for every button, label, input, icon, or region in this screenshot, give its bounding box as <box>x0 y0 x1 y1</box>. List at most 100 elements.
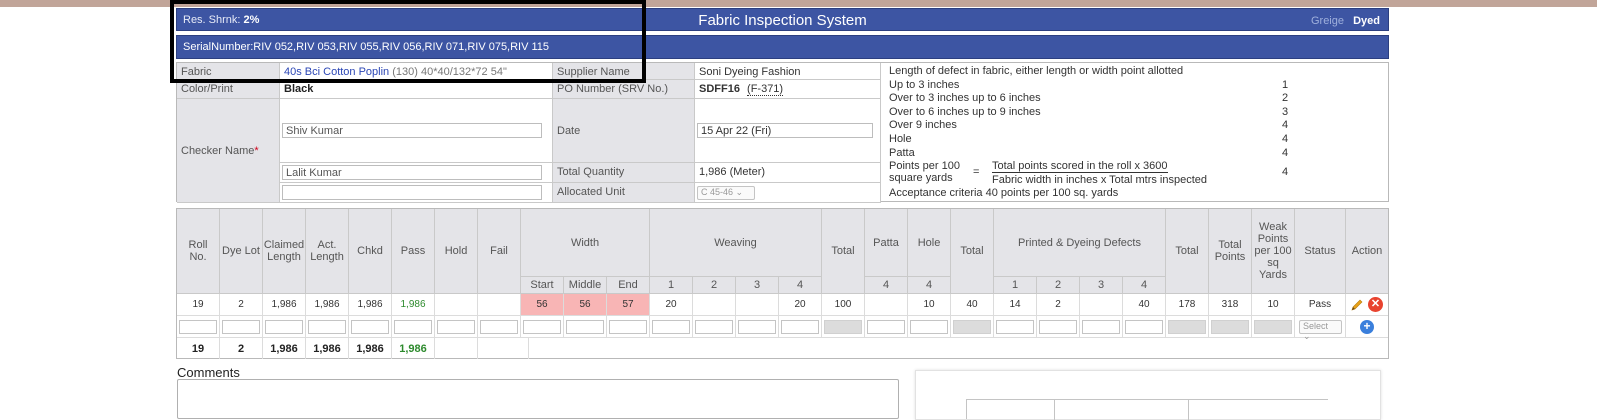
entry-cell <box>779 316 822 338</box>
entry-input[interactable] <box>695 320 733 334</box>
checker-label-text: Checker Name <box>181 144 255 157</box>
cell-total-patta-hole: 40 <box>951 294 994 316</box>
checker-cell-3 <box>280 183 553 203</box>
entry-input[interactable] <box>351 320 389 334</box>
col-printed-dyeing: Printed & Dyeing Defects <box>994 209 1166 277</box>
quantity-label: Total Quantity <box>553 163 695 183</box>
col-width: Width <box>521 209 650 277</box>
total-fail <box>478 338 529 359</box>
cell-hole: 10 <box>908 294 951 316</box>
entry-cell <box>521 316 564 338</box>
col-weaving-2: 2 <box>693 277 736 294</box>
entry-input[interactable] <box>738 320 776 334</box>
legend-row: Over to 3 inches up to 6 inches 2 <box>889 92 1384 106</box>
chevron-down-icon: ⌄ <box>1303 331 1311 341</box>
legend-row-points: 4 <box>1282 132 1289 145</box>
acceptance-criteria: Acceptance criteria 40 points per 100 sq… <box>889 187 1119 200</box>
col-patta-4: 4 <box>865 277 908 294</box>
summary-panel <box>915 370 1381 420</box>
formula-label: Points per 100 square yards <box>889 160 960 184</box>
total-pass: 1,986 <box>392 338 435 359</box>
cell-pass: 1,986 <box>392 294 435 316</box>
entry-input[interactable] <box>523 320 561 334</box>
total-claimed-length: 1,986 <box>263 338 306 359</box>
entry-input[interactable] <box>910 320 948 334</box>
status-select[interactable]: Select ⌄ <box>1299 320 1342 341</box>
entry-input[interactable] <box>781 320 819 334</box>
po-reference[interactable]: (F-371) <box>747 83 784 96</box>
entry-input[interactable] <box>308 320 346 334</box>
entry-input <box>1211 320 1249 334</box>
col-weak-points: Weak Points per 100 sq Yards <box>1252 209 1295 294</box>
entry-input[interactable] <box>1039 320 1077 334</box>
entry-input[interactable] <box>179 320 217 334</box>
greige-toggle[interactable]: Greige <box>1311 15 1344 27</box>
col-roll-no: Roll No. <box>177 209 220 294</box>
entry-input[interactable] <box>867 320 905 334</box>
entry-cell <box>607 316 650 338</box>
po-label: PO Number (SRV No.) <box>553 80 695 99</box>
cell-patta <box>865 294 908 316</box>
entry-input[interactable] <box>1125 320 1163 334</box>
formula-equals: = <box>973 166 980 179</box>
checker-input-1[interactable]: Shiv Kumar <box>282 123 542 138</box>
quantity-value: 1,986 (Meter) <box>695 163 881 183</box>
entry-input[interactable] <box>652 320 690 334</box>
add-icon[interactable]: + <box>1360 320 1374 334</box>
cell-width-start: 56 <box>521 294 564 316</box>
entry-input[interactable] <box>1082 320 1120 334</box>
entry-input[interactable] <box>222 320 260 334</box>
entry-input[interactable] <box>437 320 475 334</box>
entry-status-cell: Select ⌄ <box>1295 316 1346 341</box>
po-value: SDFF16 (F-371) <box>695 80 881 99</box>
col-patta: Patta <box>865 209 908 277</box>
col-chkd: Chkd <box>349 209 392 294</box>
entry-input[interactable] <box>566 320 604 334</box>
delete-icon[interactable]: ✕ <box>1368 297 1383 312</box>
entry-input[interactable] <box>996 320 1034 334</box>
unit-select[interactable]: C 45-46 ⌄ <box>697 186 755 200</box>
entry-cell <box>908 316 951 338</box>
cell-hold <box>435 294 478 316</box>
date-input[interactable]: 15 Apr 22 (Fri) <box>697 123 873 138</box>
total-roll: 19 <box>177 338 220 359</box>
comments-textarea[interactable] <box>177 379 899 419</box>
info-panel: Fabric 40s Bci Cotton Poplin (130) 40*40… <box>176 62 1389 203</box>
entry-cell <box>736 316 779 338</box>
col-width-middle: Middle <box>564 277 607 294</box>
entry-input[interactable] <box>394 320 432 334</box>
total-act-length: 1,986 <box>306 338 349 359</box>
entry-input <box>1168 320 1206 334</box>
cell-weaving-4: 20 <box>779 294 822 316</box>
col-action: Action <box>1346 209 1388 294</box>
entry-cell <box>263 316 306 338</box>
pencil-icon[interactable] <box>1350 298 1364 312</box>
cell-action: ✕ <box>1346 294 1388 316</box>
cell-fail <box>478 294 521 316</box>
color-value: Black <box>280 80 553 99</box>
date-label: Date <box>553 99 695 163</box>
legend-formula: Points per 100 square yards = Total point… <box>889 160 1384 187</box>
legend-row-label: Over 9 inches <box>889 119 957 132</box>
checker-input-3[interactable] <box>282 185 542 200</box>
cell-printed-3 <box>1080 294 1123 316</box>
col-weaving: Weaving <box>650 209 822 277</box>
cell-weaving-1: 20 <box>650 294 693 316</box>
checker-input-2[interactable]: Lalit Kumar <box>282 165 542 180</box>
dyed-toggle[interactable]: Dyed <box>1353 15 1380 27</box>
formula-numerator: Total points scored in the roll x 3600 <box>992 160 1168 174</box>
entry-input[interactable] <box>265 320 303 334</box>
entry-input[interactable] <box>480 320 518 334</box>
fabric-name-link[interactable]: 40s Bci Cotton Poplin <box>284 66 389 78</box>
total-hold <box>435 338 478 359</box>
cell-weak-points: 10 <box>1252 294 1295 316</box>
col-printed-1: 1 <box>994 277 1037 294</box>
status-select-placeholder: Select <box>1303 321 1329 331</box>
entry-input[interactable] <box>609 320 647 334</box>
entry-cell <box>220 316 263 338</box>
col-width-end: End <box>607 277 650 294</box>
supplier-value: Soni Dyeing Fashion <box>695 63 881 80</box>
fabric-details: (130) 40*40/132*72 54" <box>392 66 507 78</box>
serial-number-bar: SerialNumber:RIV 052,RIV 053,RIV 055,RIV… <box>176 35 1389 59</box>
entry-input <box>953 320 991 334</box>
